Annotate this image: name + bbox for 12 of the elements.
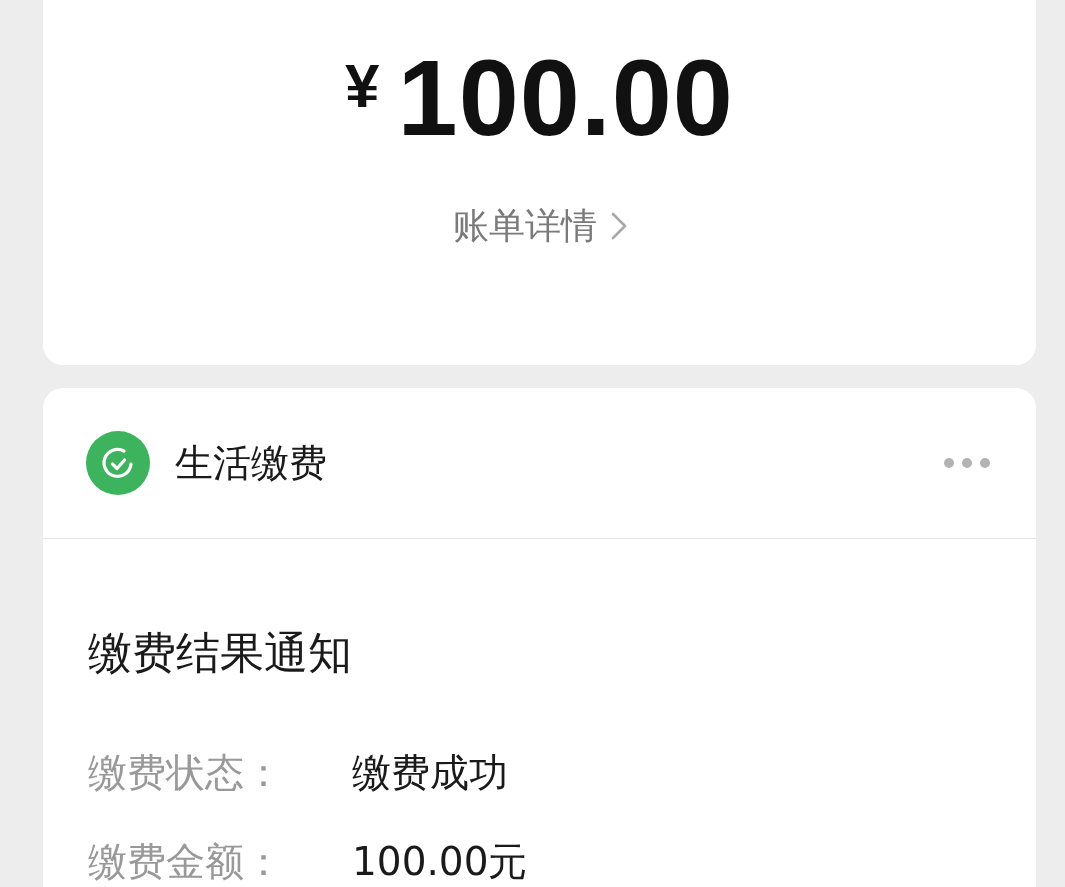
currency-symbol: ¥ — [345, 55, 380, 117]
chevron-right-icon — [610, 212, 627, 240]
more-options-icon[interactable] — [944, 458, 990, 468]
field-value: 缴费成功 — [352, 749, 509, 797]
field-value: 100.00元 — [352, 838, 529, 886]
bill-details-link[interactable]: 账单详情 — [452, 204, 627, 248]
ring-tick-icon — [86, 431, 150, 495]
payment-amount: 100.00 — [397, 44, 734, 152]
notice-title: 缴费结果通知 — [88, 626, 352, 680]
field-label: 缴费状态： — [88, 749, 284, 797]
service-name: 生活缴费 — [175, 440, 328, 486]
field-label: 缴费金额： — [88, 838, 284, 886]
